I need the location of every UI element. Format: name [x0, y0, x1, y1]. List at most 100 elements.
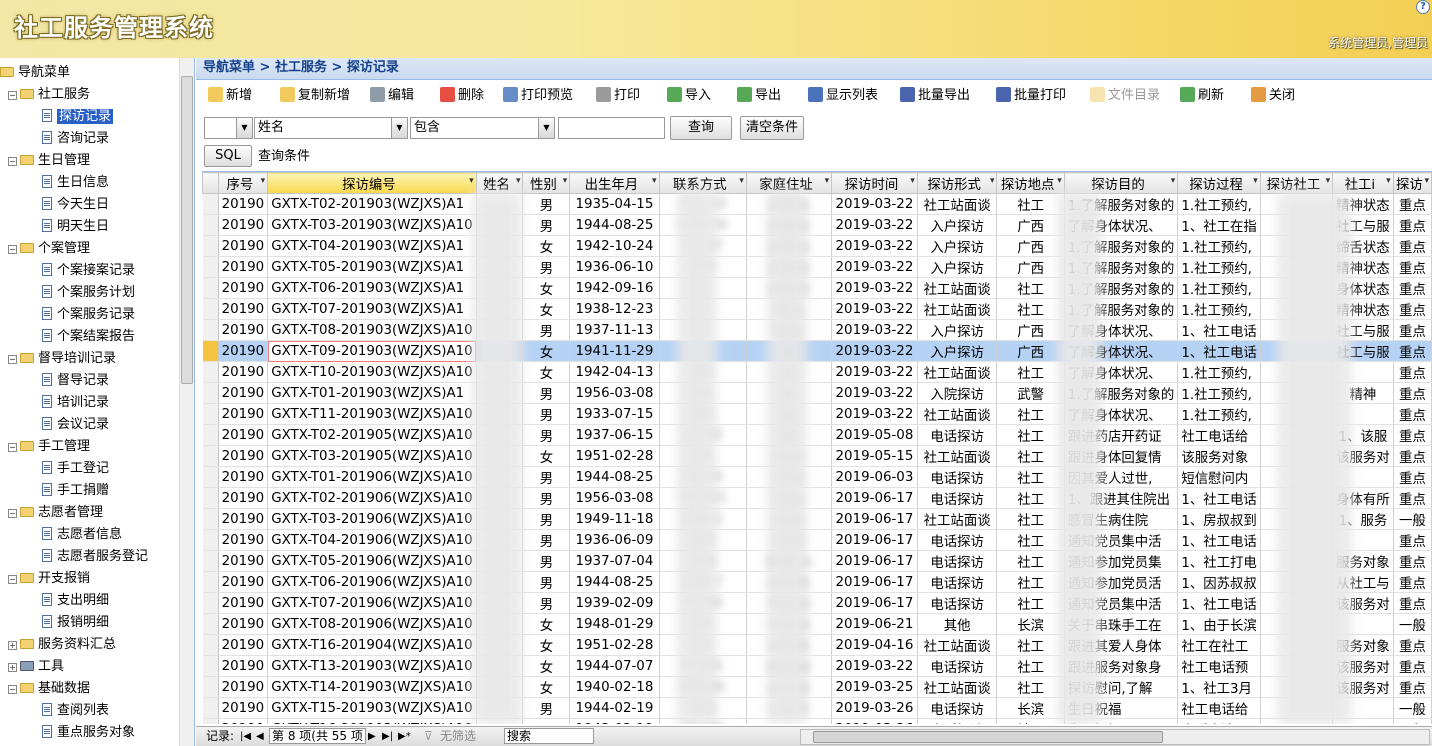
sidebar-item[interactable]: − 基础数据 [8, 678, 90, 700]
next-record-icon[interactable]: ▶ [368, 727, 376, 746]
cell-code[interactable]: GXTX-T02-201903(WZJXS)A1 [267, 193, 477, 215]
cell-seq[interactable]: 20190 [218, 193, 269, 215]
cell-gender[interactable]: 男 [522, 256, 571, 278]
row-selector[interactable] [202, 256, 219, 278]
column-header[interactable]: 探访目的 [1063, 172, 1179, 194]
cell-gender[interactable]: 男 [522, 214, 571, 236]
cell-process[interactable]: 该服务对象 [1177, 445, 1261, 467]
cell-gender[interactable]: 女 [522, 634, 571, 656]
cell-birth[interactable]: 1937-06-15 [569, 424, 660, 446]
column-header[interactable]: 家庭住址 [745, 172, 833, 194]
cell-date[interactable]: 2019-04-16 [831, 634, 918, 656]
row-selector[interactable] [202, 382, 219, 404]
cell-place[interactable]: 社工 [996, 487, 1065, 509]
cell-date[interactable]: 2019-06-21 [831, 613, 918, 635]
toolbar-button[interactable]: 关闭 [1251, 85, 1295, 107]
row-selector[interactable] [202, 277, 219, 299]
cell-birth[interactable]: 1936-06-09 [569, 529, 660, 551]
cell-birth[interactable]: 1942-09-16 [569, 277, 660, 299]
row-selector[interactable] [202, 634, 219, 656]
sidebar-item[interactable]: + 工具 [8, 656, 64, 678]
column-header[interactable]: 性别 [522, 172, 571, 194]
sidebar-item[interactable]: 会议记录 [42, 414, 109, 436]
sidebar-item[interactable]: − 生日管理 [8, 150, 90, 172]
cell-seq[interactable]: 20190 [218, 466, 269, 488]
clear-conditions-button[interactable]: 清空条件 [740, 116, 804, 140]
table-row[interactable]: 20190 GXTX-T05-201903(WZJXS)A1 男 1936-06-10… [202, 256, 1432, 278]
sidebar-item[interactable]: 培训记录 [42, 392, 109, 414]
cell-birth[interactable]: 1956-03-08 [569, 487, 660, 509]
cell-date[interactable]: 2019-06-17 [831, 550, 918, 572]
toolbar-button[interactable]: 批量导出 [900, 85, 970, 107]
cell-gender[interactable]: 女 [522, 340, 571, 362]
cell-process[interactable]: 电话表达 [1177, 718, 1261, 724]
cell-date[interactable]: 2019-03-26 [831, 718, 918, 724]
cell-date[interactable]: 2019-03-26 [831, 697, 918, 719]
cell-v[interactable]: 重点 [1393, 277, 1432, 299]
cell-process[interactable]: 1、社工电话 [1177, 319, 1261, 341]
cell-form[interactable]: 社工站面谈 [917, 403, 998, 425]
cell-v[interactable]: 一般 [1393, 718, 1432, 724]
table-row[interactable]: 20190 GXTX-T15-201903(WZJXS)A10 男 1944-02-1… [202, 697, 1432, 719]
cell-place[interactable]: 广西 [996, 256, 1065, 278]
cell-process[interactable]: 1、社工3月 [1177, 676, 1261, 698]
cell-date[interactable]: 2019-06-17 [831, 571, 918, 593]
cell-place[interactable]: 广西 [996, 214, 1065, 236]
row-selector[interactable] [202, 214, 219, 236]
cell-code[interactable]: GXTX-T08-201903(WZJXS)A10 [267, 319, 477, 341]
cell-process[interactable]: 1、社工电话 [1177, 487, 1261, 509]
cell-v[interactable]: 一般 [1393, 613, 1432, 635]
cell-birth[interactable]: 1948-01-29 [569, 613, 660, 635]
cell-form[interactable]: 电话探访 [917, 466, 998, 488]
cell-gender[interactable]: 男 [522, 403, 571, 425]
table-row[interactable]: 20190 GXTX-T06-201906(WZJXS)A10 男 1944-08-2… [202, 571, 1432, 593]
cell-seq[interactable]: 20190 [218, 571, 269, 593]
collapse-icon[interactable]: − [8, 245, 17, 254]
table-row[interactable]: 20190 GXTX-T03-201905(WZJXS)A10 女 1951-02-2… [202, 445, 1432, 467]
toolbar-button[interactable]: 显示列表 [808, 85, 878, 107]
row-selector[interactable] [202, 676, 219, 698]
toolbar-button[interactable]: 导出 [737, 85, 781, 107]
cell-v[interactable]: 重点 [1393, 676, 1432, 698]
sidebar-item[interactable]: − 督导培训记录 [8, 348, 116, 370]
cell-seq[interactable]: 20190 [218, 361, 269, 383]
cell-process[interactable]: 1.社工预约, [1177, 193, 1261, 215]
row-selector[interactable] [202, 340, 219, 362]
cell-form[interactable]: 电话探访 [917, 655, 998, 677]
cell-code[interactable]: GXTX-T03-201903(WZJXS)A10 [267, 214, 477, 236]
cell-code[interactable]: GXTX-T05-201906(WZJXS)A10 [267, 550, 477, 572]
cell-code[interactable]: GXTX-T01-201903(WZJXS)A1 [267, 382, 477, 404]
cell-process[interactable]: 1、社工电话 [1177, 529, 1261, 551]
cell-gender[interactable]: 男 [522, 508, 571, 530]
cell-birth[interactable]: 1940-02-18 [569, 676, 660, 698]
cell-v[interactable]: 重点 [1393, 361, 1432, 383]
cell-form[interactable]: 入户探访 [917, 235, 998, 257]
row-selector[interactable] [202, 298, 219, 320]
row-selector[interactable] [202, 655, 219, 677]
row-selector[interactable] [202, 529, 219, 551]
column-header[interactable]: 探访编号 [267, 172, 477, 194]
cell-date[interactable]: 2019-03-25 [831, 676, 918, 698]
cell-v[interactable]: 重点 [1393, 298, 1432, 320]
collapse-icon[interactable]: − [8, 91, 17, 100]
cell-form[interactable]: 社工站面谈 [917, 508, 998, 530]
row-selector[interactable] [202, 235, 219, 257]
table-row[interactable]: 20190 GXTX-T14-201903(WZJXS)A10 女 1940-02-1… [202, 676, 1432, 698]
cell-place[interactable]: 长滨 [996, 697, 1065, 719]
cell-birth[interactable]: 1944-08-25 [569, 571, 660, 593]
cell-v[interactable]: 重点 [1393, 340, 1432, 362]
cell-form[interactable]: 电话探访 [917, 571, 998, 593]
cell-place[interactable]: 社工 [996, 361, 1065, 383]
cell-place[interactable]: 社工 [996, 445, 1065, 467]
cell-birth[interactable]: 1937-11-13 [569, 319, 660, 341]
cell-date[interactable]: 2019-03-22 [831, 193, 918, 215]
cell-place[interactable]: 社工 [996, 592, 1065, 614]
sidebar-item[interactable]: 探访记录 [42, 106, 114, 128]
table-row[interactable]: 20190 GXTX-T08-201906(WZJXS)A10 女 1948-01-2… [202, 613, 1432, 635]
cell-seq[interactable]: 20190 [218, 592, 269, 614]
cell-seq[interactable]: 20190 [218, 340, 269, 362]
expand-icon[interactable]: + [8, 641, 17, 650]
cell-form[interactable]: 电话探访 [917, 718, 998, 724]
cell-seq[interactable]: 20190 [218, 214, 269, 236]
cell-process[interactable]: 1.社工预约, [1177, 382, 1261, 404]
